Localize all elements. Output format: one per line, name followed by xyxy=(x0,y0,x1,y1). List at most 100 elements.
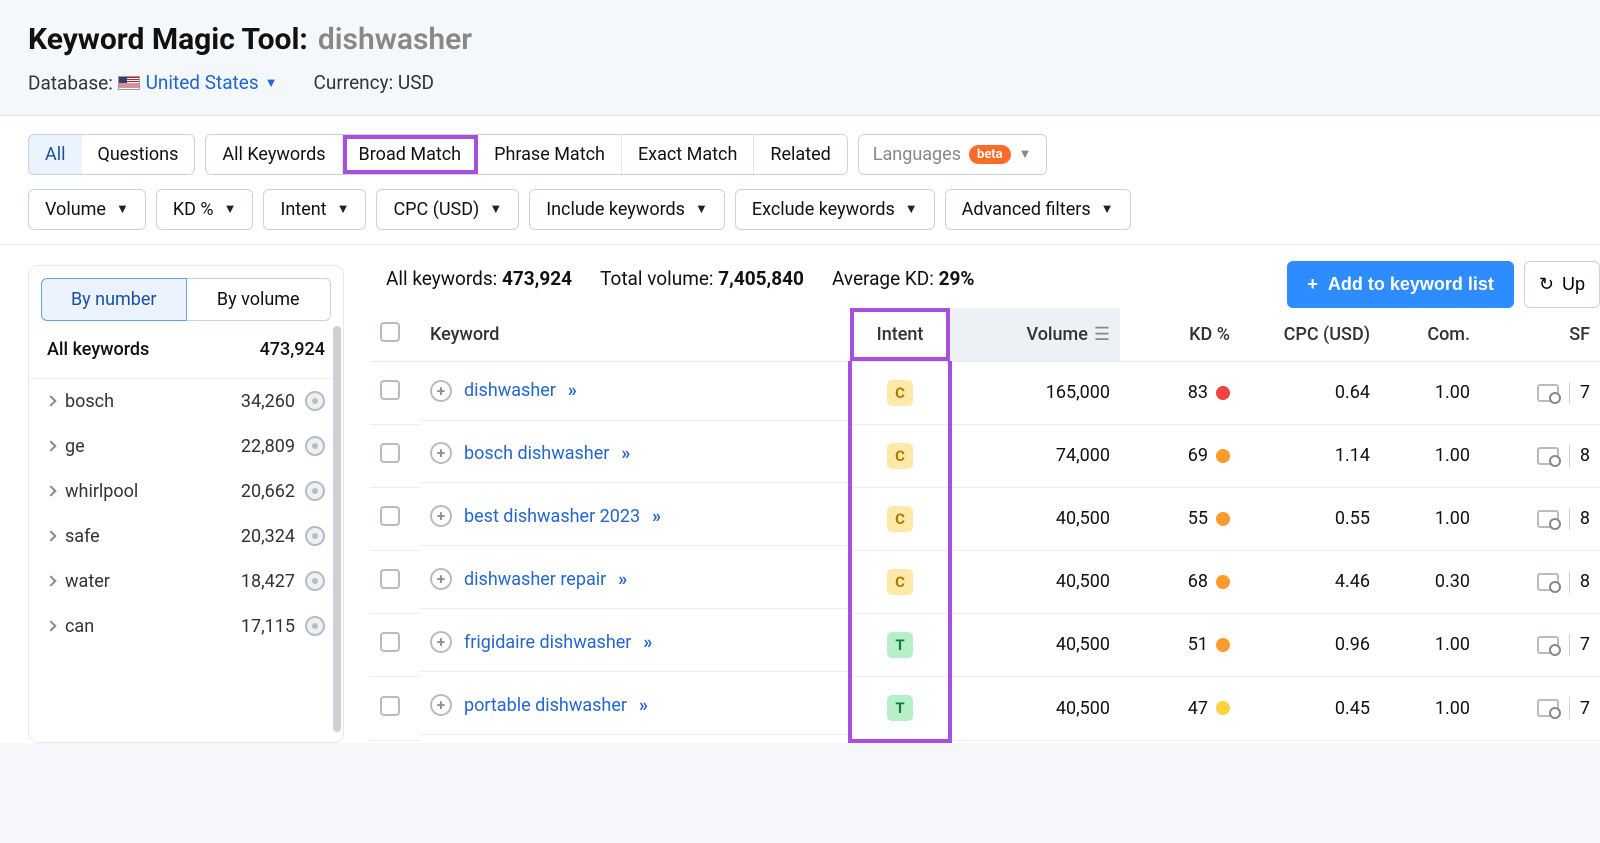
chevron-right-icon xyxy=(45,485,56,496)
tab-questions[interactable]: Questions xyxy=(82,135,195,174)
add-to-keyword-list-button[interactable]: + Add to keyword list xyxy=(1287,261,1514,308)
sidebar-item[interactable]: whirlpool 20,662 xyxy=(29,469,343,514)
col-kd[interactable]: KD % xyxy=(1120,308,1240,362)
filter-exclude[interactable]: Exclude keywords▼ xyxy=(735,189,935,230)
add-keyword-icon[interactable]: + xyxy=(430,568,452,590)
col-volume[interactable]: Volume☰ xyxy=(950,308,1120,362)
eye-icon[interactable] xyxy=(305,616,325,636)
com-cell: 1.00 xyxy=(1380,676,1480,741)
sidebar-item-count: 18,427 xyxy=(241,571,295,592)
eye-icon[interactable] xyxy=(305,526,325,546)
cpc-cell: 1.14 xyxy=(1240,424,1380,487)
col-keyword[interactable]: Keyword xyxy=(420,308,850,362)
row-checkbox[interactable] xyxy=(380,380,400,400)
row-checkbox[interactable] xyxy=(380,443,400,463)
expand-icon[interactable]: » xyxy=(618,569,623,590)
tab-phrase-match[interactable]: Phrase Match xyxy=(478,135,622,174)
divider xyxy=(1569,382,1570,404)
sidebar-item[interactable]: water 18,427 xyxy=(29,559,343,604)
keyword-link[interactable]: frigidaire dishwasher xyxy=(464,632,631,653)
row-checkbox[interactable] xyxy=(380,569,400,589)
query-type-segment: All Questions xyxy=(28,134,195,175)
database-label: Database: xyxy=(28,72,113,95)
serp-snapshot-icon[interactable] xyxy=(1537,510,1559,528)
kd-cell: 69 xyxy=(1130,445,1230,466)
database-selector[interactable]: United States ▼ xyxy=(118,71,278,94)
eye-icon[interactable] xyxy=(305,391,325,411)
serp-snapshot-icon[interactable] xyxy=(1537,573,1559,591)
sidebar-scrollbar[interactable] xyxy=(333,326,341,732)
chevron-down-icon: ▼ xyxy=(1101,201,1114,217)
sidebar-item-label: water xyxy=(65,571,110,592)
filter-volume[interactable]: Volume▼ xyxy=(28,189,146,230)
serp-snapshot-icon[interactable] xyxy=(1537,447,1559,465)
languages-label: Languages xyxy=(873,144,961,165)
sidebar-item[interactable]: can 17,115 xyxy=(29,604,343,649)
cpc-cell: 0.45 xyxy=(1240,676,1380,741)
currency-value: USD xyxy=(398,71,434,94)
refresh-button[interactable]: ↻ Up xyxy=(1524,261,1600,308)
add-keyword-icon[interactable]: + xyxy=(430,694,452,716)
keyword-link[interactable]: dishwasher repair xyxy=(464,569,606,590)
select-all-checkbox[interactable] xyxy=(380,322,400,342)
filter-cpc[interactable]: CPC (USD)▼ xyxy=(376,189,519,230)
keyword-link[interactable]: portable dishwasher xyxy=(464,695,627,716)
expand-icon[interactable]: » xyxy=(621,443,626,464)
expand-icon[interactable]: » xyxy=(652,506,657,527)
expand-icon[interactable]: » xyxy=(643,632,648,653)
sidebar-tab-by-volume[interactable]: By volume xyxy=(187,278,332,321)
row-checkbox[interactable] xyxy=(380,696,400,716)
add-keyword-icon[interactable]: + xyxy=(430,380,452,402)
divider xyxy=(1569,508,1570,530)
us-flag-icon xyxy=(118,76,140,90)
expand-icon[interactable]: » xyxy=(639,695,644,716)
serp-snapshot-icon[interactable] xyxy=(1537,699,1559,717)
sidebar-item[interactable]: ge 22,809 xyxy=(29,424,343,469)
filter-intent[interactable]: Intent▼ xyxy=(263,189,366,230)
eye-icon[interactable] xyxy=(305,436,325,456)
tab-related[interactable]: Related xyxy=(754,135,846,174)
keyword-link[interactable]: dishwasher xyxy=(464,380,556,401)
tab-all-keywords[interactable]: All Keywords xyxy=(206,135,342,174)
sidebar-all-keywords[interactable]: All keywords 473,924 xyxy=(29,333,343,379)
kd-difficulty-dot xyxy=(1216,512,1230,526)
cpc-cell: 4.46 xyxy=(1240,550,1380,613)
filter-advanced[interactable]: Advanced filters▼ xyxy=(945,189,1131,230)
filter-kd[interactable]: KD %▼ xyxy=(156,189,254,230)
sidebar-all-count: 473,924 xyxy=(260,339,325,360)
col-sf[interactable]: SF xyxy=(1480,308,1600,362)
sidebar-item[interactable]: safe 20,324 xyxy=(29,514,343,559)
tab-exact-match[interactable]: Exact Match xyxy=(622,135,754,174)
keywords-table: Keyword Intent Volume☰ KD % CPC (USD) Co… xyxy=(370,308,1600,743)
col-intent[interactable]: Intent xyxy=(850,308,950,362)
expand-icon[interactable]: » xyxy=(568,380,573,401)
keyword-link[interactable]: bosch dishwasher xyxy=(464,443,609,464)
col-com[interactable]: Com. xyxy=(1380,308,1480,362)
row-checkbox[interactable] xyxy=(380,632,400,652)
volume-cell: 40,500 xyxy=(950,676,1120,741)
sort-desc-icon: ☰ xyxy=(1094,324,1110,345)
add-keyword-icon[interactable]: + xyxy=(430,631,452,653)
serp-snapshot-icon[interactable] xyxy=(1537,636,1559,654)
col-cpc[interactable]: CPC (USD) xyxy=(1240,308,1380,362)
com-cell: 1.00 xyxy=(1380,424,1480,487)
languages-dropdown[interactable]: Languages beta ▼ xyxy=(858,134,1047,175)
sidebar-item[interactable]: bosch 34,260 xyxy=(29,379,343,424)
keyword-link[interactable]: best dishwasher 2023 xyxy=(464,506,640,527)
tab-all[interactable]: All xyxy=(28,134,83,175)
eye-icon[interactable] xyxy=(305,571,325,591)
sf-count: 7 xyxy=(1580,634,1590,655)
filter-include[interactable]: Include keywords▼ xyxy=(529,189,725,230)
sidebar-item-label: can xyxy=(65,616,94,637)
row-checkbox[interactable] xyxy=(380,506,400,526)
intent-badge: C xyxy=(887,443,913,469)
serp-snapshot-icon[interactable] xyxy=(1537,384,1559,402)
eye-icon[interactable] xyxy=(305,481,325,501)
kd-difficulty-dot xyxy=(1216,638,1230,652)
add-keyword-icon[interactable]: + xyxy=(430,505,452,527)
tab-broad-match[interactable]: Broad Match xyxy=(343,135,479,174)
sidebar-tab-by-number[interactable]: By number xyxy=(41,278,187,321)
sf-count: 8 xyxy=(1580,445,1590,466)
add-keyword-icon[interactable]: + xyxy=(430,442,452,464)
chevron-down-icon: ▼ xyxy=(337,201,350,217)
